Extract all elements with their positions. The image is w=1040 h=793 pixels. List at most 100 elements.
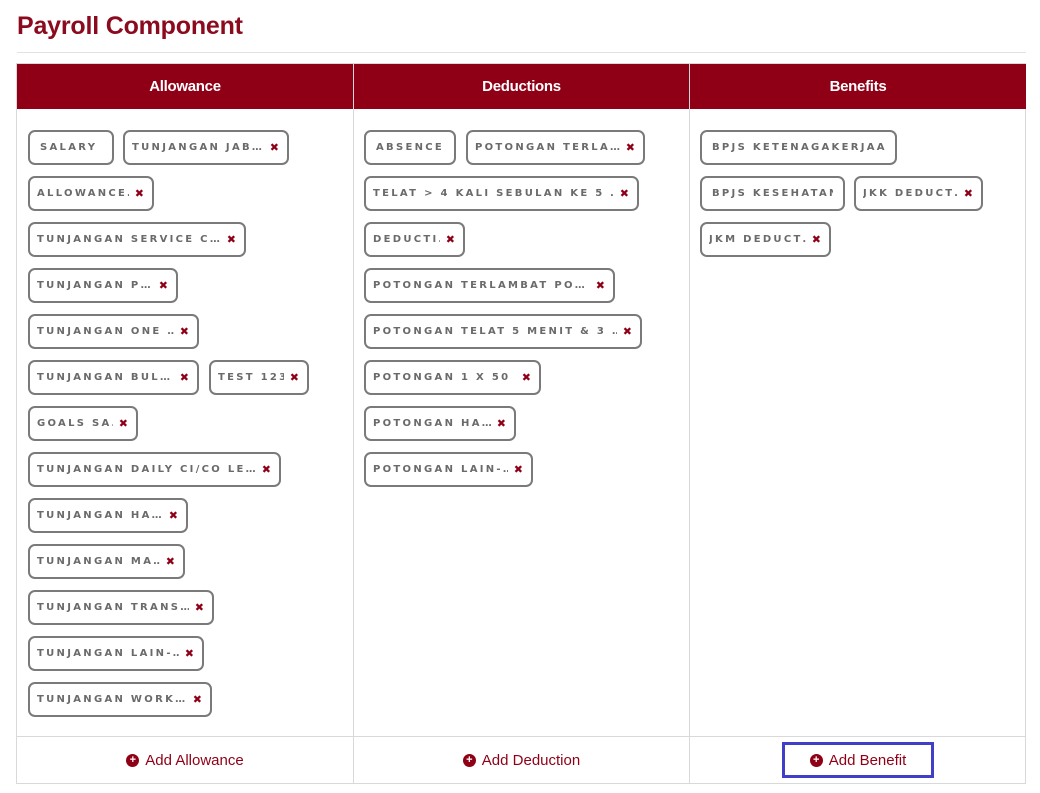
allowance-component-chip[interactable]: TUNJANGAN DAILY CI/CO LE… ✖	[28, 452, 281, 487]
chip-label: TUNJANGAN DAILY CI/CO LE…	[37, 464, 256, 475]
allowance-column: Allowance SALARY TUNJANGAN JAB… ✖ ALLOWANCE…	[17, 64, 354, 783]
chip-label: TUNJANGAN TRANS…	[37, 602, 189, 613]
chip-label: TUNJANGAN WORK…	[37, 694, 187, 705]
chip-label: POTONGAN HA…	[373, 418, 491, 429]
add-deduction-button[interactable]: + Add Deduction	[459, 752, 584, 769]
deductions-component-chip[interactable]: POTONGAN TELAT 5 MENIT & 3 … ✖	[364, 314, 642, 349]
allowance-component-chip[interactable]: GOALS SA… ✖	[28, 406, 138, 441]
benefits-component-chip[interactable]: BPJS KETENAGAKERJAAN	[700, 130, 897, 165]
chip-label: TUNJANGAN P…	[37, 280, 153, 291]
add-benefit-label: Add Benefit	[828, 751, 907, 769]
close-icon[interactable]: ✖	[135, 187, 144, 200]
deductions-list: ABSENCE POTONGAN TERLA… ✖ TELAT > 4 KALI SE…	[354, 109, 689, 738]
close-icon[interactable]: ✖	[195, 601, 204, 614]
add-allowance-button[interactable]: + Add Allowance	[122, 752, 247, 769]
close-icon[interactable]: ✖	[270, 141, 279, 154]
chip-label: TUNJANGAN BUL…	[37, 372, 173, 383]
close-icon[interactable]: ✖	[620, 187, 629, 200]
close-icon[interactable]: ✖	[626, 141, 635, 154]
deductions-component-chip[interactable]: POTONGAN LAIN-… ✖	[364, 452, 533, 487]
add-allowance-label: Add Allowance	[145, 751, 244, 769]
plus-circle-icon: +	[126, 753, 140, 767]
add-benefit-button[interactable]: + Add Benefit	[782, 742, 934, 778]
chip-label: TEST 123	[218, 372, 284, 383]
chip-label: DEDUCTI…	[373, 234, 440, 245]
close-icon[interactable]: ✖	[596, 279, 605, 292]
allowance-component-chip[interactable]: TUNJANGAN SERVICE C… ✖	[28, 222, 246, 257]
benefits-component-chip[interactable]: JKM DEDUCT… ✖	[700, 222, 831, 257]
chip-label: BPJS KESEHATAN	[712, 188, 833, 199]
close-icon[interactable]: ✖	[193, 693, 202, 706]
benefits-list: BPJS KETENAGAKERJAAN BPJS KESEHATAN JKK DE…	[690, 109, 1026, 738]
chip-label: SALARY	[40, 142, 98, 153]
close-icon[interactable]: ✖	[812, 233, 821, 246]
deductions-component-chip[interactable]: TELAT > 4 KALI SEBULAN KE 5 … ✖	[364, 176, 639, 211]
deductions-component-chip[interactable]: POTONGAN HA… ✖	[364, 406, 516, 441]
benefits-component-chip[interactable]: BPJS KESEHATAN	[700, 176, 845, 211]
chip-label: TUNJANGAN MA…	[37, 556, 160, 567]
deductions-component-chip[interactable]: POTONGAN 1 X 50 … ✖	[364, 360, 541, 395]
close-icon[interactable]: ✖	[262, 463, 271, 476]
benefits-component-chip[interactable]: JKK DEDUCT… ✖	[854, 176, 983, 211]
payroll-component-table: Allowance SALARY TUNJANGAN JAB… ✖ ALLOWANCE…	[16, 63, 1026, 784]
chip-label: JKK DEDUCT…	[863, 188, 958, 199]
chip-label: POTONGAN TERLA…	[475, 142, 620, 153]
close-icon[interactable]: ✖	[497, 417, 506, 430]
close-icon[interactable]: ✖	[964, 187, 973, 200]
allowance-component-chip[interactable]: TUNJANGAN TRANS… ✖	[28, 590, 214, 625]
chip-label: GOALS SA…	[37, 418, 113, 429]
chip-label: POTONGAN LAIN-…	[373, 464, 508, 475]
close-icon[interactable]: ✖	[166, 555, 175, 568]
allowance-component-chip[interactable]: TEST 123 ✖	[209, 360, 309, 395]
allowance-component-chip[interactable]: TUNJANGAN MA… ✖	[28, 544, 185, 579]
plus-circle-icon: +	[809, 753, 823, 767]
plus-circle-icon: +	[462, 753, 476, 767]
chip-label: TUNJANGAN JAB…	[132, 142, 264, 153]
benefits-footer: + Add Benefit	[690, 736, 1026, 783]
close-icon[interactable]: ✖	[514, 463, 523, 476]
allowance-component-chip[interactable]: ALLOWANCE… ✖	[28, 176, 154, 211]
deductions-component-chip[interactable]: ABSENCE	[364, 130, 456, 165]
close-icon[interactable]: ✖	[159, 279, 168, 292]
add-deduction-label: Add Deduction	[481, 751, 581, 769]
deductions-component-chip[interactable]: POTONGAN TERLA… ✖	[466, 130, 645, 165]
chip-label: TUNJANGAN SERVICE C…	[37, 234, 221, 245]
chip-label: TUNJANGAN ONE …	[37, 326, 174, 337]
allowance-component-chip[interactable]: TUNJANGAN BUL… ✖	[28, 360, 199, 395]
chip-label: POTONGAN TERLAMBAT PO…	[373, 280, 588, 291]
allowance-header: Allowance	[17, 64, 353, 109]
deductions-header: Deductions	[354, 64, 689, 109]
chip-label: BPJS KETENAGAKERJAAN	[712, 142, 885, 153]
allowance-component-chip[interactable]: TUNJANGAN ONE … ✖	[28, 314, 199, 349]
close-icon[interactable]: ✖	[290, 371, 299, 384]
chip-label: TUNJANGAN HA…	[37, 510, 163, 521]
close-icon[interactable]: ✖	[522, 371, 531, 384]
close-icon[interactable]: ✖	[446, 233, 455, 246]
allowance-component-chip[interactable]: TUNJANGAN P… ✖	[28, 268, 178, 303]
deductions-column: Deductions ABSENCE POTONGAN TERLA… ✖ TELAT …	[354, 64, 690, 783]
deductions-component-chip[interactable]: DEDUCTI… ✖	[364, 222, 465, 257]
chip-label: ABSENCE	[376, 142, 444, 153]
close-icon[interactable]: ✖	[180, 371, 189, 384]
chip-label: ALLOWANCE…	[37, 188, 129, 199]
page-title: Payroll Component	[17, 12, 243, 40]
close-icon[interactable]: ✖	[169, 509, 178, 522]
title-divider	[17, 52, 1026, 53]
chip-label: POTONGAN 1 X 50 …	[373, 372, 516, 383]
close-icon[interactable]: ✖	[185, 647, 194, 660]
allowance-component-chip[interactable]: TUNJANGAN HA… ✖	[28, 498, 188, 533]
benefits-header: Benefits	[690, 64, 1026, 109]
chip-label: JKM DEDUCT…	[709, 234, 806, 245]
allowance-component-chip[interactable]: TUNJANGAN JAB… ✖	[123, 130, 289, 165]
allowance-list: SALARYTUNJANGAN JAB…✖ALLOWANCE…✖TUNJANGA…	[17, 109, 353, 738]
allowance-component-chip[interactable]: SALARY	[28, 130, 114, 165]
close-icon[interactable]: ✖	[119, 417, 128, 430]
chip-label: TUNJANGAN LAIN-…	[37, 648, 179, 659]
close-icon[interactable]: ✖	[180, 325, 189, 338]
deductions-footer: + Add Deduction	[354, 736, 689, 783]
allowance-component-chip[interactable]: TUNJANGAN LAIN-… ✖	[28, 636, 204, 671]
close-icon[interactable]: ✖	[227, 233, 236, 246]
allowance-component-chip[interactable]: TUNJANGAN WORK… ✖	[28, 682, 212, 717]
deductions-component-chip[interactable]: POTONGAN TERLAMBAT PO… ✖	[364, 268, 615, 303]
close-icon[interactable]: ✖	[623, 325, 632, 338]
